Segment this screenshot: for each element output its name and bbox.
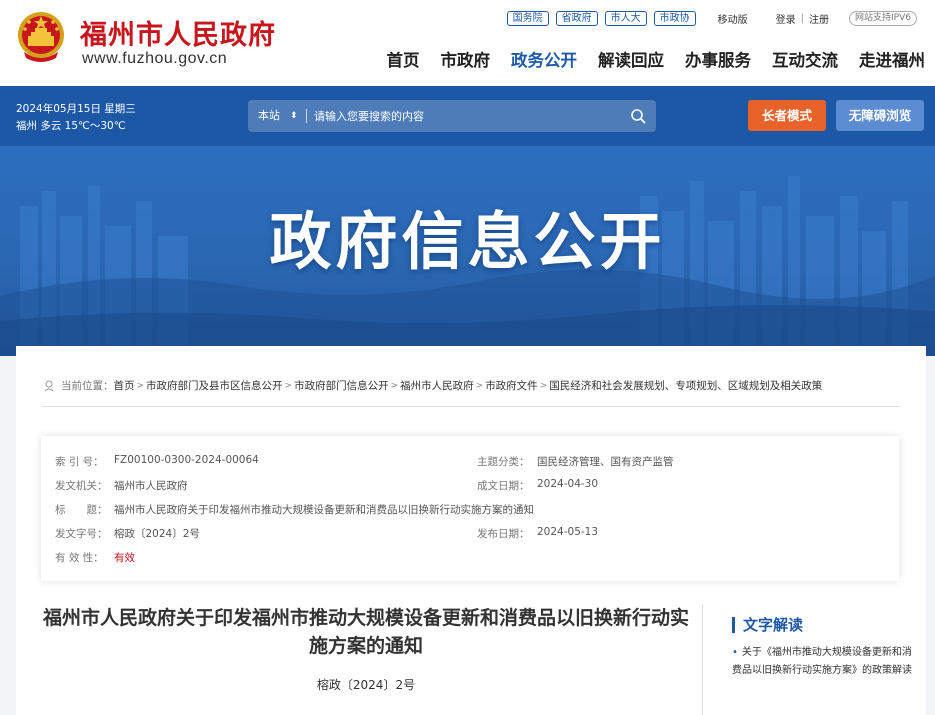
breadcrumb-label: 当前位置： — [61, 380, 114, 392]
link-state-council[interactable]: 国务院 — [506, 10, 549, 26]
breadcrumb-separator: > — [284, 380, 293, 391]
search-icon[interactable] — [630, 108, 646, 124]
search-scope-select[interactable]: 本站 — [258, 100, 280, 132]
site-url: www.fuzhou.gov.cn — [82, 50, 228, 67]
login-link[interactable]: 登录 — [776, 11, 796, 26]
breadcrumb-separator: > — [539, 380, 548, 391]
link-provincial-government[interactable]: 省政府 — [555, 10, 598, 26]
breadcrumb-separator: > — [136, 380, 145, 391]
created-date-value: 2024-04-30 — [537, 478, 599, 490]
main-nav: 首页 市政府 政务公开 解读回应 办事服务 互动交流 走进福州 — [366, 47, 926, 71]
sidebar-heading: 文字解读 — [732, 614, 803, 635]
sidebar-interpretation-link[interactable]: • 关于《福州市推动大规模设备更新和消费品以旧换新行动实施方案》的政策解读 — [732, 644, 912, 680]
index-no-label: 索 引 号： — [55, 456, 104, 468]
breadcrumb-item-departments[interactable]: 市政府部门及县市区信息公开 — [146, 378, 283, 393]
info-bar: 2024年05月15日 星期三 福州 多云 15℃～30℃ 本站 ⬍ 长者模式 … — [0, 86, 935, 146]
breadcrumb-item-home[interactable]: 首页 — [114, 378, 135, 393]
login-separator: | — [800, 12, 805, 24]
register-link[interactable]: 注册 — [809, 11, 829, 26]
breadcrumb: 当前位置： 首页 > 市政府部门及县市区信息公开 > 市政府部门信息公开 > 福… — [44, 378, 822, 393]
sidebar-title: 文字解读 — [743, 616, 804, 634]
title-label: 标 题： — [55, 504, 108, 516]
vertical-divider — [702, 604, 703, 715]
nav-interpretation[interactable]: 解读回应 — [598, 47, 664, 71]
sidebar-accent-bar — [732, 616, 735, 633]
nav-about-fuzhou[interactable]: 走进福州 — [859, 47, 925, 71]
site-title[interactable]: 福州市人民政府 — [80, 13, 276, 52]
national-emblem-icon[interactable] — [16, 10, 66, 64]
doc-no-label: 发文字号： — [55, 528, 108, 540]
mobile-version-link[interactable]: 移动版 — [718, 11, 748, 26]
document-number: 榕政〔2024〕2号 — [316, 678, 416, 692]
breadcrumb-item-government-documents[interactable]: 市政府文件 — [485, 378, 538, 393]
nav-interaction[interactable]: 互动交流 — [772, 47, 838, 71]
breadcrumb-separator: > — [475, 380, 484, 391]
subject-value: 国民经济管理、国有资产监管 — [537, 456, 674, 468]
document-title: 福州市人民政府关于印发福州市推动大规模设备更新和消费品以旧换新行动实施方案的通知 — [42, 607, 689, 657]
bullet-icon: • — [732, 647, 738, 658]
accessibility-button[interactable]: 无障碍浏览 — [836, 100, 924, 131]
doc-no-value: 榕政〔2024〕2号 — [114, 528, 200, 540]
ipv6-badge: 网站支持IPV6 — [849, 10, 917, 26]
banner-title: 政府信息公开 — [269, 205, 666, 278]
subject-label: 主题分类： — [477, 456, 530, 468]
nav-services[interactable]: 办事服务 — [685, 47, 751, 71]
index-no-value: FZ00100-0300-2024-00064 — [114, 454, 259, 466]
date-display: 2024年05月15日 星期三 — [16, 103, 136, 115]
issuer-label: 发文机关： — [55, 480, 108, 492]
breadcrumb-item-planning-policies[interactable]: 国民经济和社会发展规划、专项规划、区域规划及相关政策 — [549, 378, 822, 393]
breadcrumb-divider — [42, 406, 900, 407]
issuer-value: 福州市人民政府 — [114, 480, 188, 492]
document-meta-box: 索 引 号： FZ00100-0300-2024-00064 主题分类： 国民经… — [41, 436, 899, 581]
breadcrumb-separator: > — [390, 380, 399, 391]
nav-government-affairs[interactable]: 政务公开 — [511, 47, 577, 71]
breadcrumb-item-department-info[interactable]: 市政府部门信息公开 — [294, 378, 389, 393]
nav-home[interactable]: 首页 — [387, 47, 420, 71]
banner: 政府信息公开 — [0, 146, 935, 356]
nav-municipal-government[interactable]: 市政府 — [441, 47, 491, 71]
published-date-value: 2024-05-13 — [537, 526, 599, 538]
published-date-label: 发布日期： — [477, 528, 530, 540]
created-date-label: 成文日期： — [477, 480, 530, 492]
top-links: 国务院 省政府 市人大 市政协 移动版 登录 | 注册 网站支持IPV6 — [506, 9, 917, 27]
weather-display: 福州 多云 15℃～30℃ — [16, 120, 126, 132]
location-icon — [44, 380, 54, 391]
breadcrumb-item-municipal-government[interactable]: 福州市人民政府 — [400, 378, 474, 393]
search-box: 本站 ⬍ — [248, 100, 656, 132]
validity-value: 有效 — [114, 552, 135, 564]
title-value: 福州市人民政府关于印发福州市推动大规模设备更新和消费品以旧换新行动实施方案的通知 — [114, 504, 534, 516]
content-panel: 当前位置： 首页 > 市政府部门及县市区信息公开 > 市政府部门信息公开 > 福… — [16, 346, 926, 715]
elder-mode-button[interactable]: 长者模式 — [748, 100, 826, 131]
site-header: 福州市人民政府 www.fuzhou.gov.cn 国务院 省政府 市人大 市政… — [0, 0, 935, 86]
sidebar-interpretation-text[interactable]: 关于《福州市推动大规模设备更新和消费品以旧换新行动实施方案》的政策解读 — [732, 647, 912, 676]
search-input[interactable] — [314, 104, 614, 128]
link-municipal-congress[interactable]: 市人大 — [604, 10, 647, 26]
validity-label: 有 效 性： — [55, 552, 104, 564]
link-municipal-cppcc[interactable]: 市政协 — [653, 10, 696, 26]
search-divider — [306, 109, 307, 123]
chevron-updown-icon[interactable]: ⬍ — [290, 100, 298, 132]
